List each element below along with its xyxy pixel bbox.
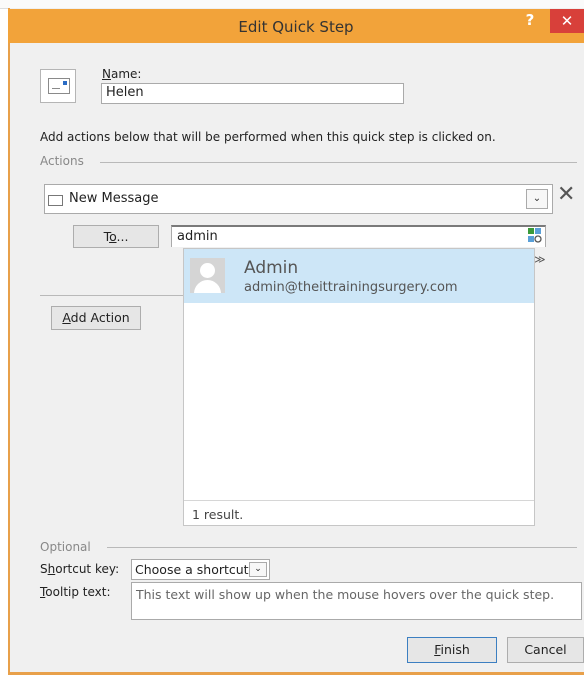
instructions-text: Add actions below that will be performed…: [40, 130, 496, 144]
shortcut-key-label: Shortcut key:: [40, 562, 120, 576]
to-recipients-input[interactable]: admin: [171, 225, 546, 247]
suggestion-item[interactable]: Admin admin@theittrainingsurgery.com: [184, 249, 534, 303]
cancel-button[interactable]: Cancel: [507, 637, 584, 663]
shortcut-key-value: Choose a shortcut: [135, 562, 249, 577]
add-action-button[interactable]: Add Action: [51, 306, 141, 330]
close-button[interactable]: ✕: [550, 9, 584, 33]
action-select-value: New Message: [69, 191, 159, 206]
name-label: Name:: [102, 67, 142, 81]
action-divider: [40, 295, 184, 296]
avatar: [190, 258, 225, 293]
result-count: 1 result.: [192, 507, 244, 522]
more-options-icon[interactable]: ≫: [534, 253, 546, 266]
optional-section-label: Optional: [40, 540, 91, 554]
suggestion-email: admin@theittrainingsurgery.com: [244, 280, 458, 295]
optional-divider: [107, 547, 577, 548]
delete-action-icon[interactable]: ✕: [557, 183, 575, 207]
actions-divider: [100, 162, 577, 163]
tooltip-text-placeholder: This text will show up when the mouse ho…: [136, 587, 555, 602]
quick-step-icon-button[interactable]: [40, 69, 76, 103]
tooltip-text-input[interactable]: This text will show up when the mouse ho…: [131, 582, 582, 620]
autocomplete-popup: Admin admin@theittrainingsurgery.com 1 r…: [183, 248, 535, 526]
help-button[interactable]: ?: [517, 9, 543, 33]
popup-divider: [184, 500, 534, 501]
envelope-icon: [48, 78, 70, 94]
suggestion-name: Admin: [244, 258, 299, 278]
tooltip-text-label: Tooltip text:: [40, 585, 111, 599]
name-input[interactable]: Helen: [101, 83, 404, 104]
to-recipients-value: admin: [177, 229, 218, 244]
chevron-down-icon[interactable]: ⌄: [249, 562, 267, 577]
new-message-icon: [48, 195, 63, 206]
chevron-down-icon[interactable]: ⌄: [526, 189, 548, 209]
actions-section-label: Actions: [40, 154, 84, 168]
dialog-title: Edit Quick Step: [238, 18, 354, 36]
to-button[interactable]: To...: [73, 225, 159, 248]
dialog-titlebar: Edit Quick Step: [8, 9, 584, 43]
finish-button[interactable]: Finish: [407, 637, 497, 663]
address-book-icon[interactable]: [527, 227, 543, 245]
shortcut-key-select[interactable]: Choose a shortcut ⌄: [131, 559, 270, 580]
action-select[interactable]: New Message ⌄: [44, 184, 553, 214]
